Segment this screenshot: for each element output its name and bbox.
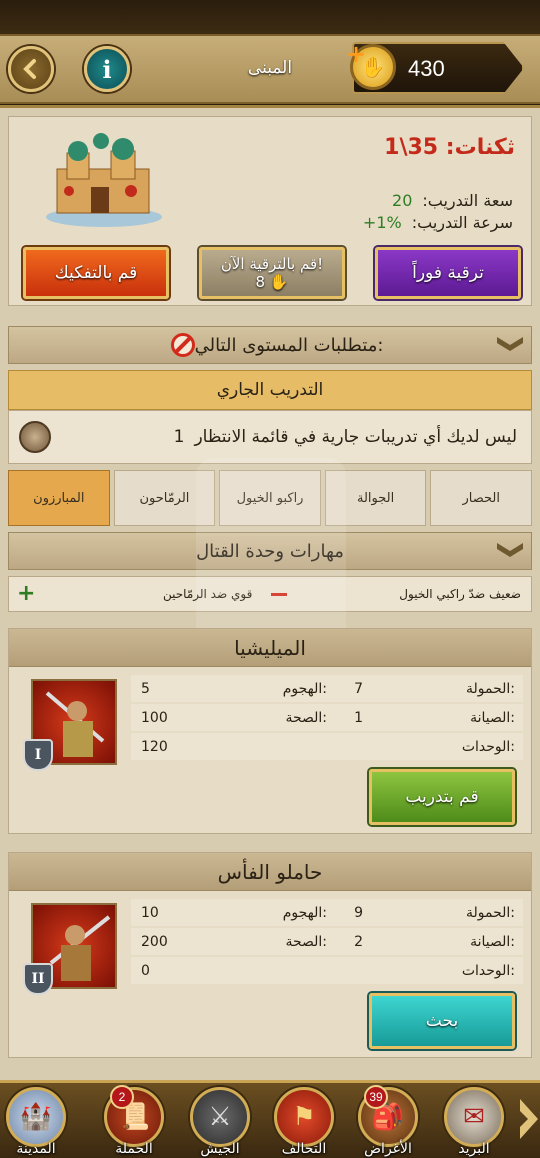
attack-value: 10 — [141, 905, 159, 921]
capacity-row: سعة التدريب: 20 — [392, 191, 513, 210]
stat-row: الصيانة: 1 الصحة: 100 — [131, 704, 523, 733]
health-value: 100 — [141, 710, 168, 726]
units-value: 120 — [141, 739, 168, 755]
train-button[interactable]: قم بتدريب — [369, 769, 515, 825]
attack-value: 5 — [141, 681, 150, 697]
speed-label: سرعة التدريب: — [411, 213, 513, 232]
stat-row: الحمولة: 7 الهجوم: 5 — [131, 675, 523, 704]
requirements-label: متطلبات المستوى التالي: — [194, 334, 384, 356]
back-button[interactable] — [8, 46, 54, 92]
main-content: ثكنات: 35\1 سعة التدريب: 20 سرعة التدريب… — [0, 108, 540, 1080]
chevron-down-icon — [497, 337, 523, 351]
nav-mail[interactable]: ✉ البريد — [440, 1087, 508, 1158]
unit-stats: الحمولة: 7 الهجوم: 5 الصيانة: 1 الصحة: 1… — [131, 675, 523, 762]
units-label: الوحدات: — [461, 739, 515, 755]
queue-count: 1 — [173, 427, 185, 447]
upkeep-value: 2 — [354, 934, 363, 950]
gold-value: 430 — [408, 56, 445, 81]
nav-alliance[interactable]: ⚑ التحالف — [270, 1087, 338, 1158]
dismantle-button[interactable]: قم بالتفكيك — [23, 247, 169, 299]
tab-swordsmen[interactable]: المبارزون — [8, 470, 110, 526]
plus-icon[interactable]: + — [346, 40, 366, 68]
load-value: 7 — [354, 681, 363, 697]
nav-campaign[interactable]: 📜 2 الحملة — [100, 1085, 168, 1158]
nav-label: التحالف — [281, 1141, 327, 1157]
training-message: ليس لديك أي تدريبات جارية في قائمة الانت… — [194, 427, 517, 447]
building-card: ثكنات: 35\1 سعة التدريب: 20 سرعة التدريب… — [8, 116, 532, 306]
city-icon: 🏰 — [6, 1087, 66, 1147]
no-entry-icon — [170, 333, 195, 357]
campaign-badge: 2 — [110, 1085, 134, 1109]
stat-row: الوحدات: 0 — [131, 957, 523, 986]
speed-row: سرعة التدريب: +1% — [363, 213, 513, 232]
nav-label: المدينة — [16, 1141, 56, 1157]
unit-card-axe-bearers: حاملو الفأس II الحمولة: 9 الهجوم: 10 الص… — [8, 852, 532, 1058]
page-title: المبنى — [247, 58, 293, 78]
mail-icon: ✉ — [444, 1087, 504, 1147]
capacity-value: 20 — [392, 191, 413, 210]
load-label: الحمولة: — [465, 681, 515, 697]
army-swords-icon: ⚔ — [190, 1087, 250, 1147]
nav-items[interactable]: 🎒 39 الأغراض — [354, 1085, 422, 1158]
health-label: الصحة: — [285, 934, 327, 950]
health-label: الصحة: — [285, 710, 327, 726]
chevron-down-icon — [497, 543, 523, 557]
upgrade-now-button[interactable]: قم بالترقية الآن! 8 ✋ — [199, 247, 345, 299]
top-bar: i المبنى ✋ + 430 — [0, 0, 540, 108]
alliance-banner-icon: ⚑ — [274, 1087, 334, 1147]
instant-upgrade-button[interactable]: ترقية فوراً — [375, 247, 521, 299]
units-label: الوحدات: — [461, 963, 515, 979]
capacity-label: سعة التدريب: — [422, 191, 513, 210]
unit-name: الميليشيا — [9, 629, 531, 667]
nav-label: الأغراض — [364, 1141, 412, 1157]
bottom-nav: 🏰 المدينة 📜 2 الحملة ⚔ الجيش ⚑ التحالف 🎒… — [0, 1080, 540, 1158]
upgrade-cost-value: 8 — [255, 273, 266, 291]
stat-row: الحمولة: 9 الهجوم: 10 — [131, 899, 523, 928]
plus-icon: + — [17, 581, 36, 606]
nav-label: البريد — [458, 1141, 490, 1157]
building-level: ثكنات: 35\1 — [384, 135, 515, 160]
nav-city[interactable]: 🏰 المدينة — [2, 1087, 70, 1158]
tier-badge: II — [23, 963, 53, 995]
upkeep-value: 1 — [354, 710, 363, 726]
chevron-right-icon[interactable] — [518, 1097, 540, 1141]
research-button[interactable]: بحث — [369, 993, 515, 1049]
unit-card-militia: الميليشيا I الحمولة: 7 الهجوم: 5 الصيانة… — [8, 628, 532, 834]
gold-hand-icon: ✋ — [269, 273, 289, 291]
load-label: الحمولة: — [465, 905, 515, 921]
unit-name: حاملو الفأس — [9, 853, 531, 891]
attack-label: الهجوم: — [282, 681, 327, 697]
speed-value: +1% — [362, 213, 402, 232]
unit-stats: الحمولة: 9 الهجوم: 10 الصيانة: 2 الصحة: … — [131, 899, 523, 986]
tab-siege[interactable]: الحصار — [430, 470, 532, 526]
back-arrow-icon — [23, 59, 36, 79]
upkeep-label: الصيانة: — [470, 710, 515, 726]
barracks-icon — [46, 133, 162, 227]
info-icon: i — [102, 54, 112, 84]
speedup-icon[interactable] — [19, 421, 51, 453]
load-value: 9 — [354, 905, 363, 921]
units-value: 0 — [141, 963, 150, 979]
current-training-header: التدريب الجاري — [8, 370, 532, 410]
weakness-text: ضعيف ضدّ راكبي الخيول — [399, 587, 521, 601]
upgrade-now-label: قم بالترقية الآن! — [220, 255, 324, 273]
tier-badge: I — [23, 739, 53, 771]
health-value: 200 — [141, 934, 168, 950]
info-button[interactable]: i — [84, 46, 130, 92]
stat-row: الوحدات: 120 — [131, 733, 523, 762]
items-badge: 39 — [364, 1085, 388, 1109]
requirements-bar[interactable]: متطلبات المستوى التالي: — [8, 326, 532, 364]
nav-army[interactable]: ⚔ الجيش — [186, 1087, 254, 1158]
training-queue-row: ليس لديك أي تدريبات جارية في قائمة الانت… — [8, 410, 532, 464]
upkeep-label: الصيانة: — [470, 934, 515, 950]
stat-row: الصيانة: 2 الصحة: 200 — [131, 928, 523, 957]
nav-label: الحملة — [115, 1141, 153, 1157]
nav-label: الجيش — [200, 1141, 240, 1157]
upgrade-cost: 8 ✋ — [255, 273, 288, 291]
attack-label: الهجوم: — [282, 905, 327, 921]
